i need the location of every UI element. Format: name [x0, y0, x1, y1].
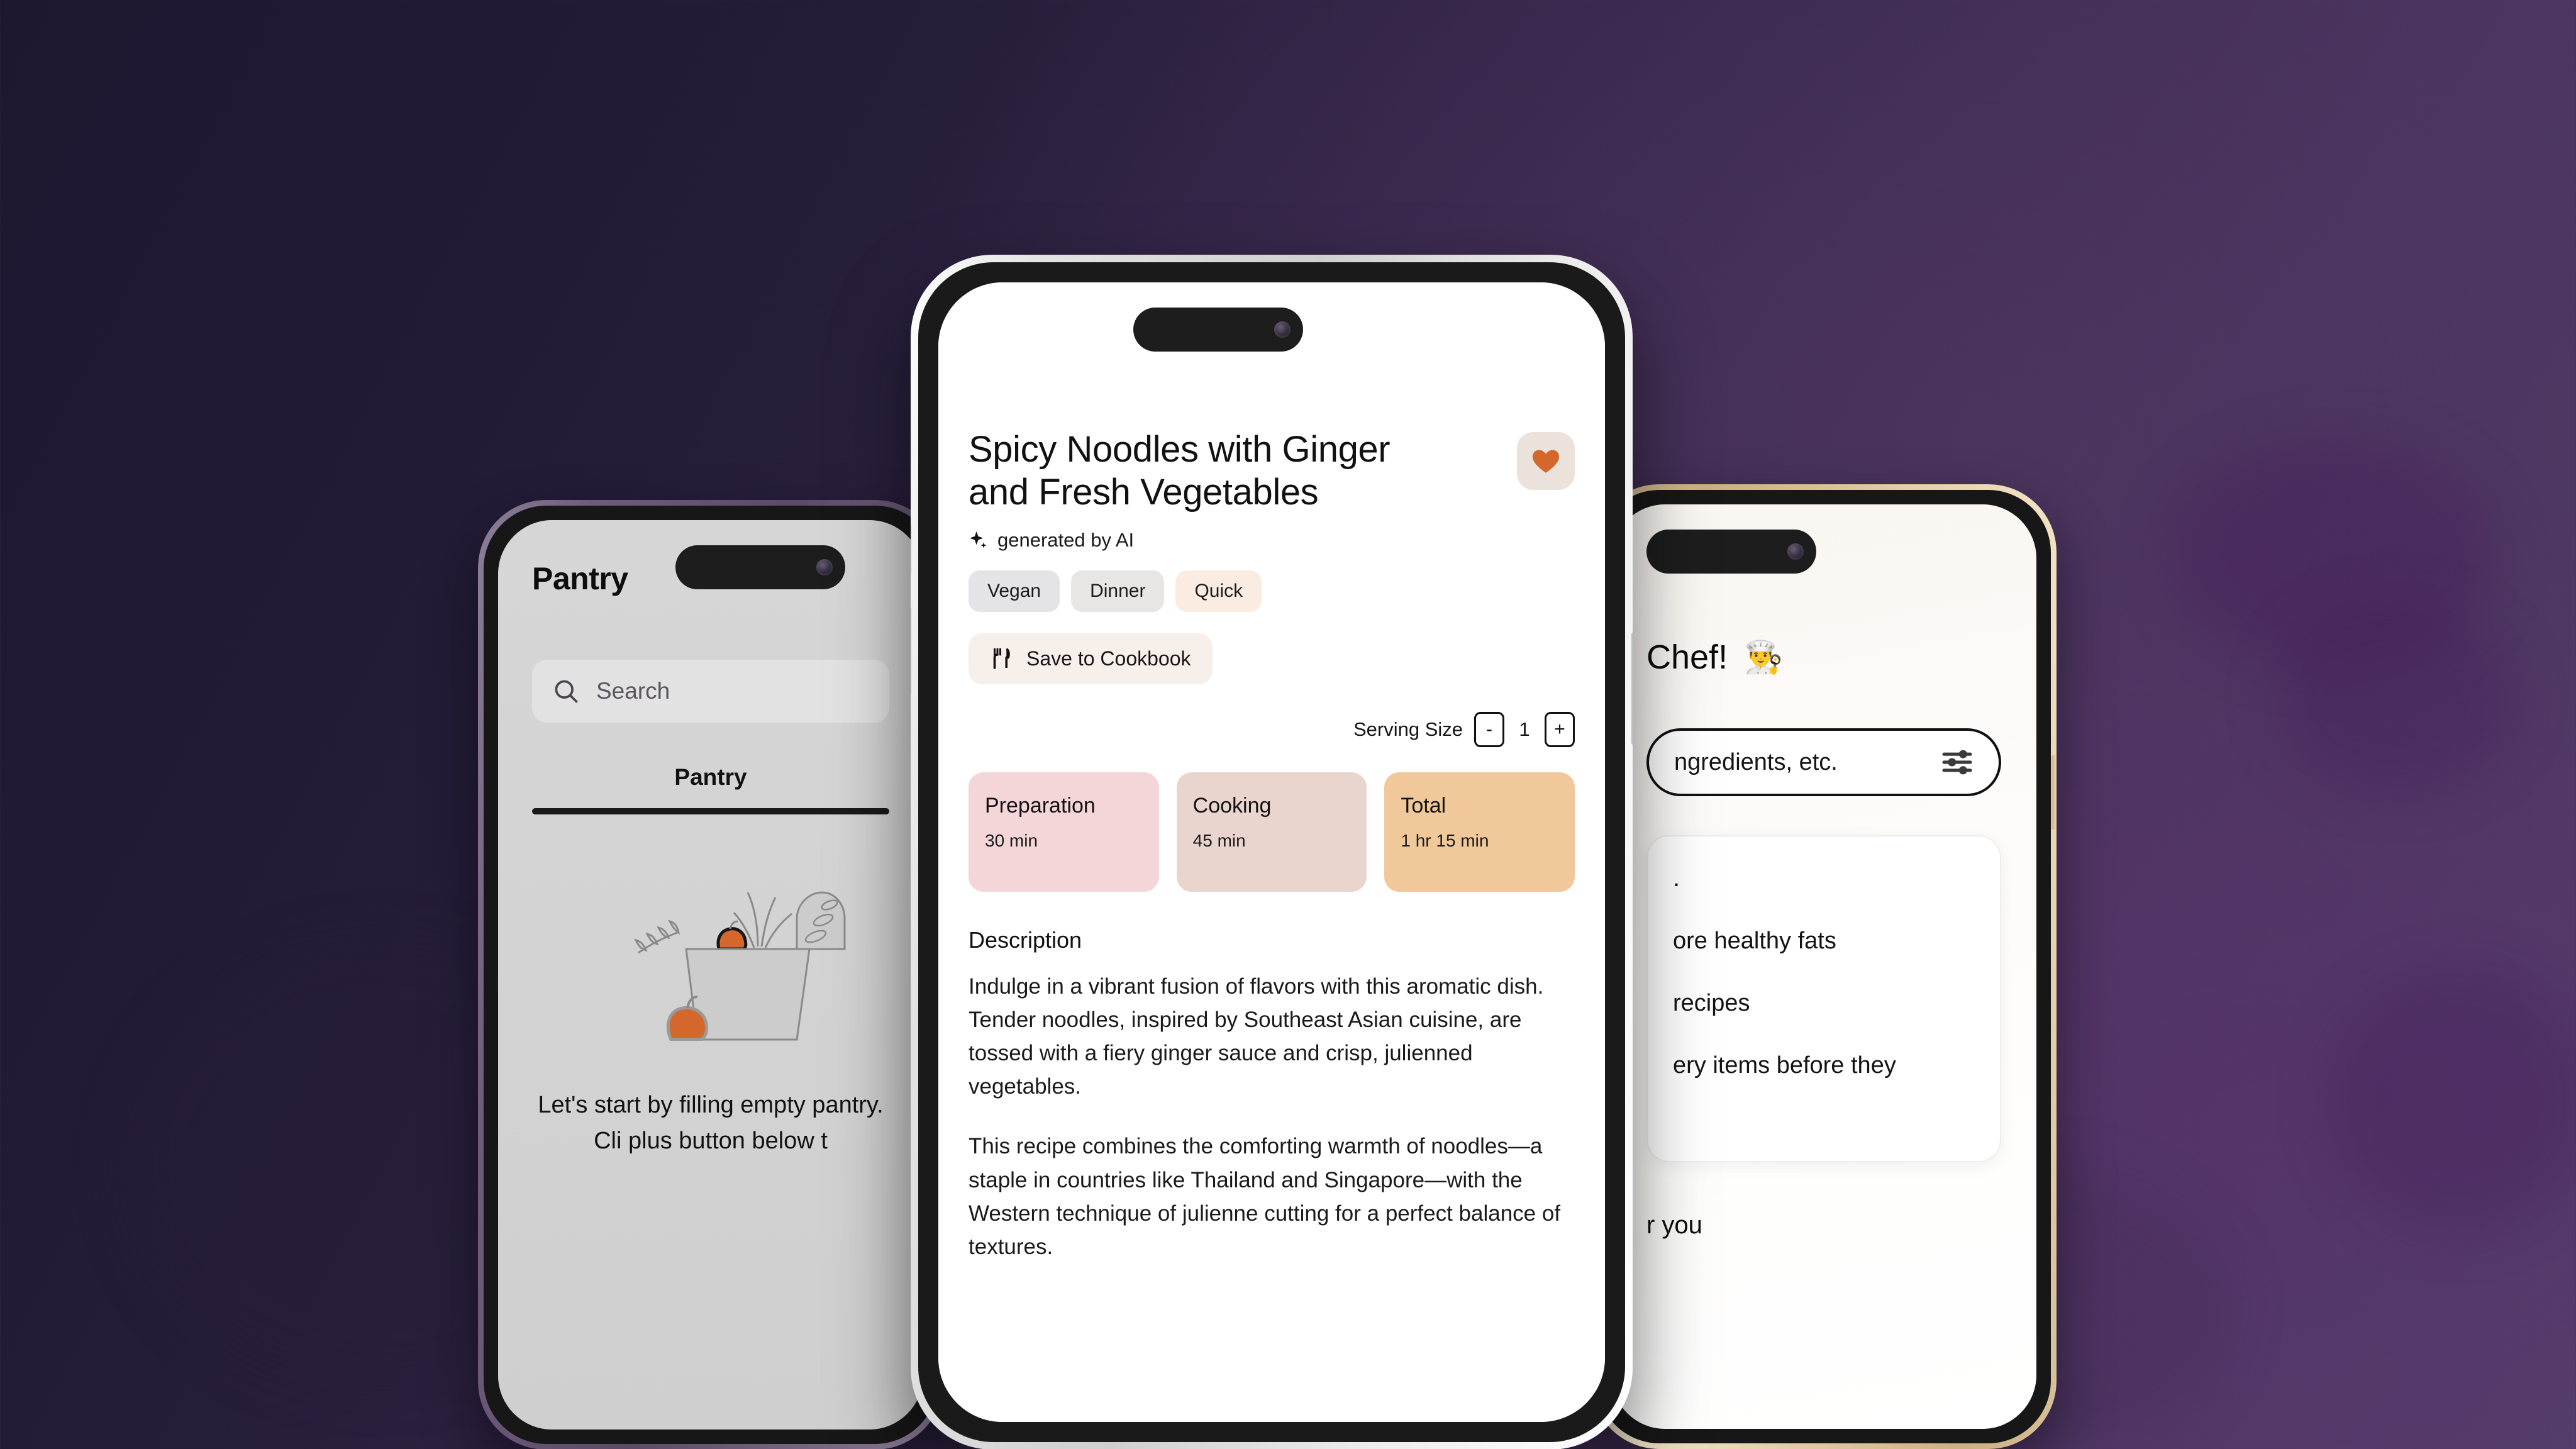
phone-right-chef: Chef! 👨‍🍳 ngredients, etc. — [1591, 484, 2057, 1449]
time-card-label: Total — [1401, 793, 1446, 818]
favorite-button[interactable] — [1517, 432, 1575, 490]
background-blotch — [2170, 440, 2497, 667]
time-card-cooking: Cooking 45 min — [1176, 772, 1367, 892]
ingredient-search-placeholder: ngredients, etc. — [1674, 748, 1838, 775]
recipe-header: Spicy Noodles with Ginger and Fresh Vege… — [969, 428, 1575, 514]
phone-frame-center: Spicy Noodles with Ginger and Fresh Vege… — [911, 255, 1633, 1449]
tips-card: . ore healthy fats recipes ery items bef… — [1646, 835, 2001, 1162]
serving-increment-button[interactable]: + — [1545, 711, 1575, 747]
save-to-cookbook-label: Save to Cookbook — [1026, 647, 1191, 670]
phone-screen-center: Spicy Noodles with Ginger and Fresh Vege… — [938, 282, 1605, 1422]
serving-size-stepper: Serving Size - 1 + — [969, 711, 1575, 747]
phone-screen-left: Pantry Search Pantry Let's start by fill… — [498, 520, 923, 1430]
ai-generated-badge: generated by AI — [969, 529, 1575, 552]
ingredient-search-input[interactable]: ngredients, etc. — [1646, 728, 2001, 796]
phone-power-button[interactable] — [1631, 632, 1633, 745]
recipe-time-cards: Preparation 30 min Cooking 45 min Total … — [969, 772, 1575, 892]
time-card-value: 1 hr 15 min — [1401, 830, 1489, 850]
heart-icon — [1532, 450, 1560, 473]
phone-frame-right: Chef! 👨‍🍳 ngredients, etc. — [1591, 484, 2057, 1449]
time-card-total: Total 1 hr 15 min — [1384, 772, 1575, 892]
background-blotch — [2277, 604, 2516, 792]
search-input[interactable]: Search — [532, 660, 889, 723]
tab-pantry[interactable]: Pantry — [532, 764, 889, 814]
phone-left-pantry: Pantry Search Pantry Let's start by fill… — [478, 500, 943, 1449]
tag-quick[interactable]: Quick — [1175, 570, 1262, 612]
serving-size-label: Serving Size — [1353, 718, 1463, 740]
background-blotch — [2327, 969, 2576, 1233]
list-item: ery items before they — [1673, 1052, 1896, 1079]
phone-bezel-right: Chef! 👨‍🍳 ngredients, etc. — [1597, 490, 2051, 1443]
time-card-value: 45 min — [1192, 830, 1246, 850]
time-card-label: Cooking — [1192, 793, 1272, 818]
serving-decrement-button[interactable]: - — [1474, 711, 1504, 747]
sparkle-icon — [970, 531, 987, 548]
dynamic-island-right — [1646, 530, 1816, 574]
section-heading: r you — [1646, 1211, 1702, 1239]
list-item: recipes — [1673, 990, 1750, 1016]
dynamic-island-left — [675, 545, 845, 589]
list-item: ore healthy fats — [1673, 928, 1836, 954]
search-placeholder: Search — [596, 678, 670, 704]
tips-card-title: . — [1673, 864, 1680, 892]
time-card-value: 30 min — [985, 830, 1038, 850]
greeting-text: Chef! — [1646, 638, 1728, 676]
phone-bezel-left: Pantry Search Pantry Let's start by fill… — [484, 506, 938, 1444]
phone-side-button[interactable] — [911, 525, 912, 575]
grocery-bag-illustration — [532, 884, 889, 1041]
phone-volume-button[interactable] — [911, 607, 912, 695]
chef-emoji-icon: 👨‍🍳 — [1744, 639, 1784, 675]
sliders-icon[interactable] — [1940, 745, 1975, 780]
front-camera-icon — [816, 559, 833, 575]
description-heading: Description — [969, 926, 1082, 953]
serving-size-value: 1 — [1519, 718, 1530, 740]
description-paragraph: Indulge in a vibrant fusion of flavors w… — [969, 974, 1544, 1099]
empty-state-text: Let's start by filling empty pantry. Cli… — [538, 1092, 884, 1154]
dynamic-island-center — [1133, 308, 1303, 352]
front-camera-icon — [1787, 543, 1804, 560]
phone-volume-button[interactable] — [2051, 755, 2057, 830]
greeting-heading: Chef! 👨‍🍳 — [1646, 638, 2001, 677]
phone-bezel-center: Spicy Noodles with Ginger and Fresh Vege… — [918, 262, 1625, 1442]
tag-dinner[interactable]: Dinner — [1071, 570, 1165, 612]
ai-generated-label: generated by AI — [997, 528, 1135, 551]
time-card-label: Preparation — [985, 793, 1096, 818]
search-icon — [555, 680, 578, 703]
phone-frame-left: Pantry Search Pantry Let's start by fill… — [478, 500, 943, 1449]
phone-screen-right: Chef! 👨‍🍳 ngredients, etc. — [1611, 504, 2036, 1429]
description-paragraph: This recipe combines the comforting warm… — [969, 1134, 1561, 1260]
tab-active-indicator — [532, 808, 889, 814]
fork-knife-icon — [993, 648, 1010, 670]
recipe-tag-list: Vegan Dinner Quick — [969, 570, 1575, 612]
tab-pantry-label: Pantry — [674, 764, 747, 790]
tag-vegan[interactable]: Vegan — [969, 570, 1060, 612]
phone-center-recipe: Spicy Noodles with Ginger and Fresh Vege… — [911, 255, 1633, 1449]
recipe-title: Spicy Noodles with Ginger and Fresh Vege… — [969, 429, 1391, 513]
front-camera-icon — [1274, 321, 1291, 338]
time-card-preparation: Preparation 30 min — [969, 772, 1159, 892]
save-to-cookbook-button[interactable]: Save to Cookbook — [969, 633, 1213, 684]
